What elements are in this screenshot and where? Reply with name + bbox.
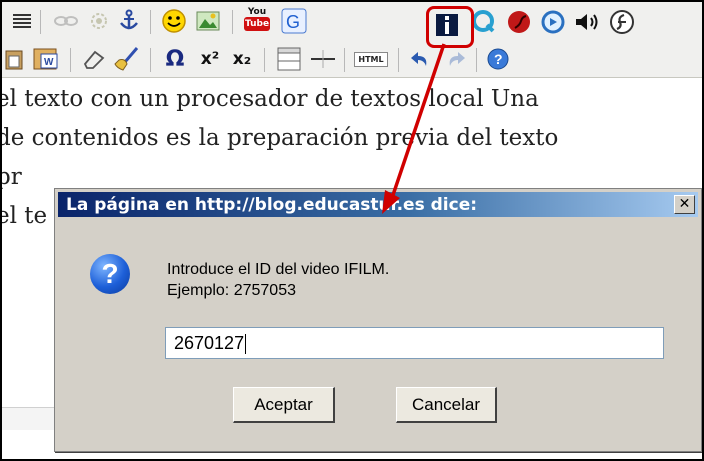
circle-arrow-icon[interactable]: [539, 8, 567, 36]
image-icon[interactable]: [194, 8, 222, 34]
dialog-title: La página en http://blog.educastur.es di…: [66, 195, 478, 215]
editor-line: pr: [2, 164, 22, 190]
editor-line: el te: [0, 203, 48, 229]
question-icon: ?: [90, 254, 130, 294]
horizontal-rule-icon[interactable]: [308, 46, 338, 72]
dialog-message-line2: Ejemplo: 2757053: [167, 282, 296, 299]
link-icon[interactable]: [52, 9, 80, 33]
speaker-icon[interactable]: [572, 8, 602, 36]
video-id-value: 2670127: [174, 333, 245, 353]
anchor-icon[interactable]: [116, 8, 142, 34]
editor-toolbar-bottom: W Ω x² x₂ HTML ?: [2, 40, 702, 78]
redo-icon[interactable]: [442, 46, 470, 72]
cleanup-icon[interactable]: [112, 45, 142, 73]
accept-button[interactable]: Aceptar: [233, 387, 335, 423]
svg-text:G: G: [286, 12, 300, 32]
toolbar-separator: [150, 10, 151, 34]
quicktime-icon[interactable]: [470, 8, 498, 36]
help-icon[interactable]: ?: [484, 46, 512, 72]
svg-text:?: ?: [494, 51, 503, 67]
svg-text:W: W: [44, 57, 54, 68]
smiley-icon[interactable]: [160, 7, 188, 35]
toolbar-separator: [70, 48, 71, 72]
toolbar-separator: [232, 10, 233, 34]
html-icon[interactable]: HTML: [352, 49, 390, 69]
highlight-box: [426, 6, 474, 48]
browser-window: You Tube G W Ω x² x₂ HTML ? el texto con…: [0, 0, 704, 461]
subscript-icon[interactable]: x₂: [228, 46, 256, 72]
status-strip: [2, 407, 62, 430]
toolbar-separator: [40, 10, 41, 34]
justify-icon[interactable]: [10, 9, 34, 33]
unlink-icon[interactable]: [86, 8, 112, 34]
toolbar-separator: [398, 48, 399, 72]
paste-icon[interactable]: [4, 46, 24, 72]
close-button[interactable]: ✕: [674, 195, 695, 214]
flash-media-icon[interactable]: [505, 8, 533, 36]
editor-line: de contenidos es la preparación previa d…: [0, 125, 559, 151]
cancel-button[interactable]: Cancelar: [396, 387, 497, 423]
prompt-dialog: La página en http://blog.educastur.es di…: [54, 188, 702, 452]
video-id-input[interactable]: 2670127: [165, 327, 664, 359]
superscript-icon[interactable]: x²: [196, 46, 224, 72]
toolbar-separator: [476, 48, 477, 72]
youtube-label-bottom: Tube: [244, 17, 270, 31]
insert-table-icon[interactable]: [274, 45, 304, 73]
paste-word-icon[interactable]: W: [32, 45, 62, 73]
editor-toolbar-top: You Tube G: [2, 2, 702, 41]
youtube-icon[interactable]: You Tube: [242, 6, 272, 36]
dialog-message-line1: Introduce el ID del video IFILM.: [167, 261, 390, 278]
youtube-label-top: You: [247, 7, 267, 17]
flash-icon[interactable]: [608, 8, 636, 36]
eraser-icon[interactable]: [80, 46, 108, 72]
editor-line: el texto con un procesador de textos loc…: [0, 86, 539, 112]
toolbar-separator: [150, 48, 151, 72]
toolbar-separator: [264, 48, 265, 72]
dialog-titlebar[interactable]: La página en http://blog.educastur.es di…: [58, 192, 698, 217]
html-label: HTML: [354, 51, 388, 67]
text-caret: [245, 334, 247, 355]
google-video-icon[interactable]: G: [280, 7, 308, 35]
toolbar-separator: [344, 48, 345, 72]
omega-icon[interactable]: Ω: [160, 45, 190, 73]
undo-icon[interactable]: [406, 46, 434, 72]
